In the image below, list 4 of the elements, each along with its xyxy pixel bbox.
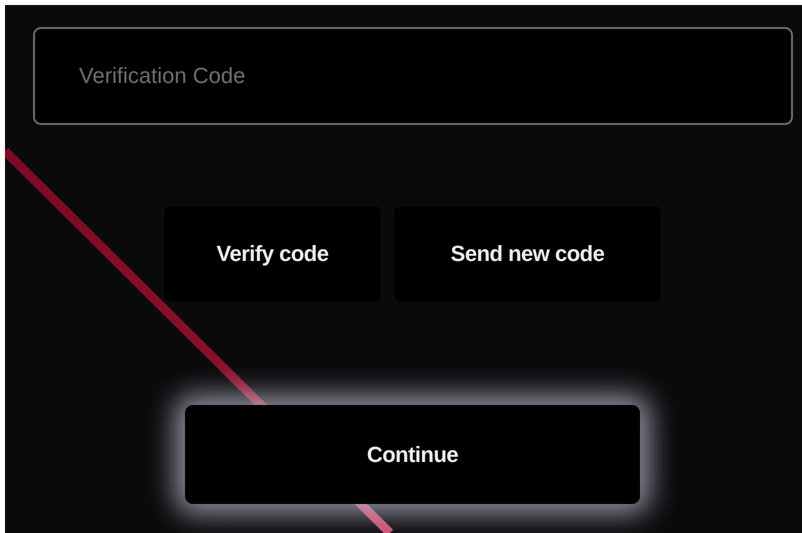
action-button[interactable]: Send new code — [393, 205, 662, 303]
action-button[interactable]: Verify code — [163, 205, 382, 303]
verification-code-field[interactable]: Verification Code — [33, 27, 793, 125]
continue-button[interactable]: Continue — [185, 405, 640, 504]
